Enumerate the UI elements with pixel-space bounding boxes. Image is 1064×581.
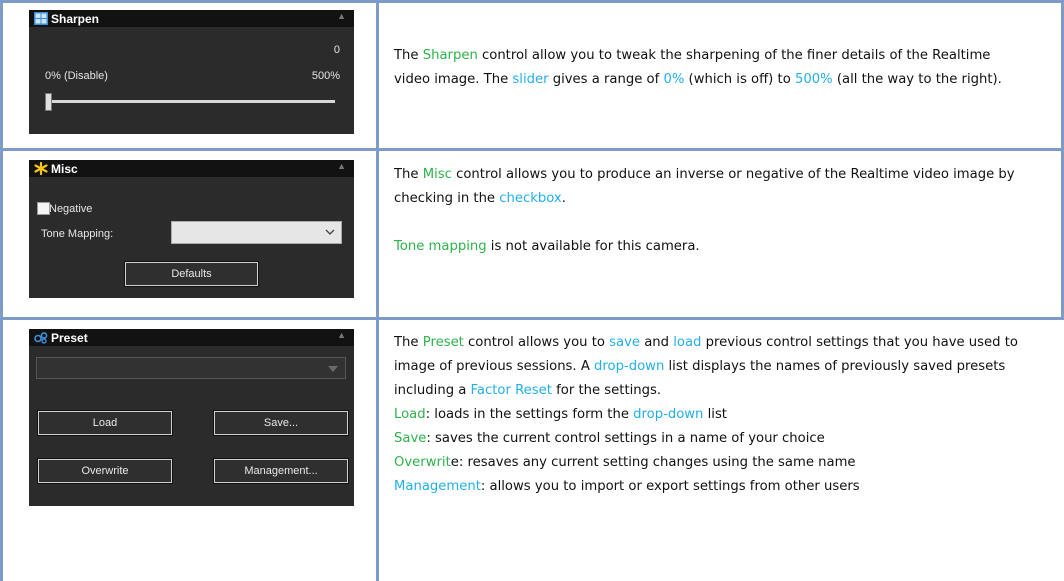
overwrite-button[interactable]: Overwrite xyxy=(37,458,173,484)
defaults-button[interactable]: Defaults xyxy=(124,261,259,287)
text: : saves the current control settings in … xyxy=(426,431,825,446)
sharpen-description: The Sharpen control allow you to tweak t… xyxy=(394,44,1024,92)
tone-mapping-select[interactable] xyxy=(171,221,342,244)
keyword-preset: Preset xyxy=(422,335,464,350)
misc-panel-header[interactable]: Misc ▲ xyxy=(29,160,354,177)
table-border-left xyxy=(0,0,3,581)
keyword-drop-down: drop-down xyxy=(594,359,665,374)
text: The xyxy=(394,48,423,63)
sharpen-panel: Sharpen ▲ 0 0% (Disable) 500% xyxy=(29,10,354,134)
misc-panel-title: Misc xyxy=(51,162,78,176)
text: e: resaves any current setting changes u… xyxy=(450,455,856,470)
text: The xyxy=(394,167,423,182)
keyword-save: save xyxy=(609,335,641,350)
triangle-down-icon xyxy=(328,366,338,372)
text: (all the way to the right). xyxy=(832,72,1002,87)
misc-description: The Misc control allows you to produce a… xyxy=(394,163,1024,259)
preset-panel-title: Preset xyxy=(51,331,88,345)
text: : allows you to import or export setting… xyxy=(480,479,860,494)
text: : loads in the settings form the xyxy=(425,407,634,422)
preset-description: The Preset control allows you to save an… xyxy=(394,331,1029,499)
keyword-load-item: Load xyxy=(394,407,426,422)
chevron-down-icon xyxy=(325,229,335,235)
preset-panel-header[interactable]: Preset ▲ xyxy=(29,329,354,346)
keyword-factor-reset: Factor Reset xyxy=(470,383,552,398)
text: control allows you to xyxy=(463,335,610,350)
table-border-row1 xyxy=(0,148,1064,151)
save-button[interactable]: Save... xyxy=(213,410,349,436)
keyword-sharpen: Sharpen xyxy=(422,48,478,63)
preset-icon xyxy=(34,332,48,344)
asterisk-icon xyxy=(34,162,48,175)
text: gives a range of xyxy=(548,72,664,87)
load-button[interactable]: Load xyxy=(37,410,173,436)
negative-label[interactable]: Negative xyxy=(49,203,92,215)
keyword-0-percent: 0% xyxy=(663,72,685,87)
keyword-checkbox: checkbox xyxy=(499,191,562,206)
sharpen-panel-title: Sharpen xyxy=(51,12,100,26)
sharpen-icon xyxy=(34,12,48,25)
sharpen-min-label: 0% (Disable) xyxy=(45,70,108,82)
sharpen-value: 0 xyxy=(333,44,340,56)
preset-panel: Preset ▲ Load Save... Overwrite Manageme… xyxy=(29,329,354,506)
sharpen-slider-track[interactable] xyxy=(47,100,335,103)
keyword-save-item: Save xyxy=(394,431,427,446)
preset-select[interactable] xyxy=(36,357,346,379)
tone-mapping-label: Tone Mapping: xyxy=(41,228,114,240)
text: The xyxy=(394,335,423,350)
keyword-tone-mapping: Tone mapping xyxy=(394,239,487,254)
keyword-misc: Misc xyxy=(422,167,452,182)
keyword-load: load xyxy=(673,335,702,350)
keyword-overwrite-item: Overwrit xyxy=(394,455,451,470)
table-border-middle xyxy=(376,0,379,581)
table-border-top xyxy=(0,0,1064,3)
sharpen-panel-header[interactable]: Sharpen ▲ xyxy=(29,10,354,27)
text: list xyxy=(703,407,727,422)
collapse-icon[interactable]: ▲ xyxy=(337,330,346,340)
sharpen-slider-thumb[interactable] xyxy=(45,93,52,111)
management-button[interactable]: Management... xyxy=(213,458,349,484)
keyword-500-percent: 500% xyxy=(794,72,833,87)
table-border-row2 xyxy=(0,317,1064,320)
text: . xyxy=(561,191,566,206)
misc-panel: Misc ▲ Negative Tone Mapping: Defaults xyxy=(29,160,354,298)
keyword-drop-down: drop-down xyxy=(633,407,704,422)
text: for the settings. xyxy=(551,383,662,398)
sharpen-max-label: 500% xyxy=(311,70,340,82)
collapse-icon[interactable]: ▲ xyxy=(337,161,346,171)
text: and xyxy=(640,335,674,350)
text: is not available for this camera. xyxy=(486,239,700,254)
keyword-management-item: Management xyxy=(394,479,481,494)
collapse-icon[interactable]: ▲ xyxy=(337,11,346,21)
keyword-slider: slider xyxy=(512,72,549,87)
text: (which is off) to xyxy=(684,72,795,87)
text: control allows you to produce an inverse… xyxy=(394,167,1015,206)
